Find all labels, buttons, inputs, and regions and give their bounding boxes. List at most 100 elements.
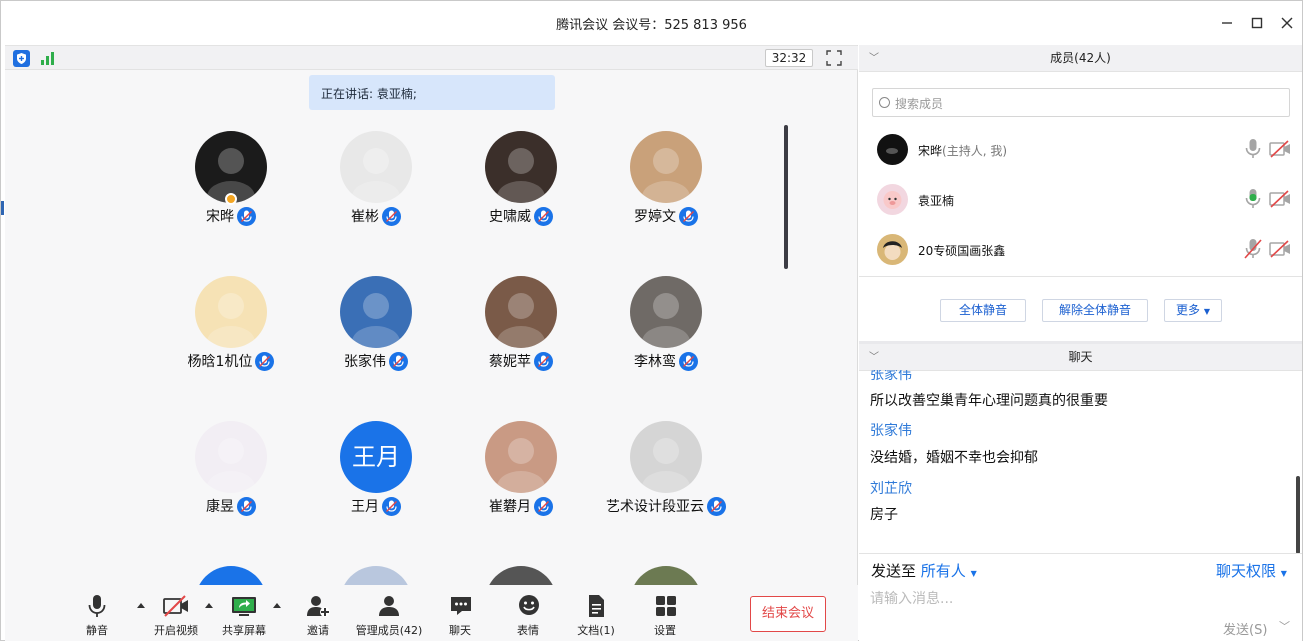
chevron-down-icon[interactable]: ﹀: [869, 344, 879, 371]
participant-tile[interactable]: 崔彬: [311, 131, 441, 251]
participant-tile[interactable]: 罗婷文: [601, 131, 731, 251]
chat-button[interactable]: 聊天: [448, 593, 472, 638]
left-edge-marker: [1, 201, 4, 215]
participant-tile[interactable]: 史啸威: [456, 131, 586, 251]
participant-tile[interactable]: 艺术设计段亚云: [601, 421, 731, 541]
participant-tile[interactable]: 李林鸾: [601, 276, 731, 396]
microphone-active-icon[interactable]: [1243, 188, 1263, 210]
chat-message-input[interactable]: 请输入消息...: [870, 588, 953, 608]
participant-tile[interactable]: 张家伟: [311, 276, 441, 396]
mute-button[interactable]: 静音: [81, 593, 113, 638]
chat-bubble-icon: [448, 593, 474, 619]
participant-tile[interactable]: 杨晗1机位: [166, 276, 296, 396]
more-label: 更多: [1176, 303, 1201, 317]
chat-sender: 张家伟: [870, 423, 912, 439]
send-options-caret[interactable]: ﹀: [1279, 618, 1290, 634]
video-options-caret[interactable]: [205, 603, 213, 608]
chat-permission-button[interactable]: 聊天权限 ▼: [1216, 560, 1287, 581]
emoji-button[interactable]: 表情: [516, 593, 540, 638]
invite-button[interactable]: 邀请: [304, 593, 332, 638]
settings-button[interactable]: 设置: [653, 593, 677, 638]
maximize-icon[interactable]: [1247, 13, 1267, 33]
microphone-muted-icon: [255, 351, 275, 371]
participant-tile[interactable]: 蔡妮苹: [456, 276, 586, 396]
send-to-target[interactable]: 所有人: [921, 562, 966, 580]
avatar: [877, 134, 908, 165]
documents-button[interactable]: 文档(1): [577, 593, 615, 638]
members-panel-header[interactable]: ﹀ 成员(42人): [859, 45, 1302, 72]
close-icon[interactable]: [1277, 13, 1297, 33]
start-video-button[interactable]: 开启视频: [151, 593, 201, 638]
camera-off-icon[interactable]: [1269, 240, 1291, 258]
chat-panel-header[interactable]: ﹀ 聊天: [859, 344, 1302, 371]
participant-name-row: 崔礬月: [456, 496, 586, 517]
member-search-input[interactable]: 搜索成员: [872, 88, 1290, 117]
camera-off-icon[interactable]: [1269, 140, 1291, 158]
caret-down-icon: ▼: [1280, 569, 1287, 578]
meeting-window: 腾讯会议 会议号：525 813 956 32:32 正在讲话: 袁亚楠; 宋晔…: [0, 0, 1303, 641]
gallery-scrollbar[interactable]: [784, 125, 788, 269]
caret-down-icon: ▼: [970, 569, 977, 578]
microphone-muted-icon: [389, 351, 408, 371]
unmute-all-button[interactable]: 解除全体静音: [1042, 299, 1148, 322]
microphone-muted-icon: [382, 206, 401, 226]
participant-tile[interactable]: 康昱: [166, 421, 296, 541]
fullscreen-icon[interactable]: [826, 50, 842, 66]
send-to-selector[interactable]: 发送至 所有人 ▼: [871, 560, 977, 581]
participant-tile[interactable]: 宋晔: [166, 131, 296, 251]
microphone-muted-icon: [707, 496, 726, 516]
participant-name: 李林鸾: [634, 354, 676, 370]
avatar: [485, 421, 557, 493]
participant-name: 崔礬月: [489, 499, 531, 515]
avatar: [877, 234, 908, 265]
chat-label: 聊天: [449, 624, 471, 637]
participant-name-row: 王月: [311, 496, 441, 517]
share-label: 共享屏幕: [222, 624, 266, 637]
participant-name: 蔡妮苹: [489, 354, 531, 370]
send-button[interactable]: 发送(S): [1223, 619, 1267, 638]
more-button[interactable]: 更多 ▼: [1164, 299, 1222, 322]
participant-name: 王月: [351, 499, 379, 515]
active-speaker-banner: 正在讲话: 袁亚楠;: [309, 75, 555, 110]
participant-name-row: 史啸威: [456, 206, 586, 227]
manage-members-button[interactable]: 管理成员(42): [355, 593, 423, 638]
video-stage: 32:32 正在讲话: 袁亚楠; 宋晔 崔彬 史啸威 罗婷文 杨晗1机位 张家伟 蔡妮苹 李林…: [5, 45, 858, 641]
microphone-muted-icon: [237, 496, 256, 516]
member-row[interactable]: 宋晔(主持人, 我): [859, 125, 1302, 175]
member-row[interactable]: 袁亚楠: [859, 175, 1302, 225]
chat-permission-label: 聊天权限: [1216, 562, 1277, 580]
member-search-placeholder: 搜索成员: [895, 97, 944, 111]
share-screen-button[interactable]: 共享屏幕: [219, 593, 269, 638]
share-options-caret[interactable]: [273, 603, 281, 608]
avatar: [195, 276, 267, 348]
avatar: [485, 276, 557, 348]
member-name: 20专硕国画张鑫: [918, 244, 1006, 258]
participant-name-row: 罗婷文: [601, 206, 731, 227]
avatar: [485, 131, 557, 203]
invite-label: 邀请: [307, 624, 329, 637]
microphone-muted-icon: [534, 496, 553, 516]
members-icon: [376, 593, 402, 619]
participant-tile[interactable]: 崔礬月: [456, 421, 586, 541]
mute-all-button[interactable]: 全体静音: [940, 299, 1026, 322]
mute-label: 静音: [86, 624, 108, 637]
minimize-icon[interactable]: [1217, 13, 1237, 33]
chevron-down-icon[interactable]: ﹀: [869, 45, 879, 72]
microphone-muted-icon[interactable]: [1243, 238, 1263, 260]
chat-messages: 张家伟 所以改善空巢青年心理问题真的很重要 张家伟 没结婚，婚姻不幸也会抑郁 刘…: [859, 370, 1302, 553]
member-row[interactable]: 20专硕国画张鑫: [859, 225, 1302, 275]
participant-tile[interactable]: 王月 王月: [311, 421, 441, 541]
search-icon: [879, 97, 890, 108]
send-to-label: 发送至: [871, 562, 917, 580]
mute-options-caret[interactable]: [137, 603, 145, 608]
chat-scrollbar[interactable]: [1296, 476, 1300, 554]
end-meeting-button[interactable]: 结束会议: [750, 596, 826, 632]
shield-icon[interactable]: [13, 50, 30, 67]
camera-off-icon[interactable]: [1269, 190, 1291, 208]
avatar: [340, 276, 412, 348]
signal-strength-icon[interactable]: [41, 51, 57, 65]
participant-name-row: 蔡妮苹: [456, 351, 586, 372]
microphone-icon[interactable]: [1243, 138, 1263, 160]
participant-name: 罗婷文: [634, 209, 676, 225]
camera-off-icon: [163, 593, 189, 619]
